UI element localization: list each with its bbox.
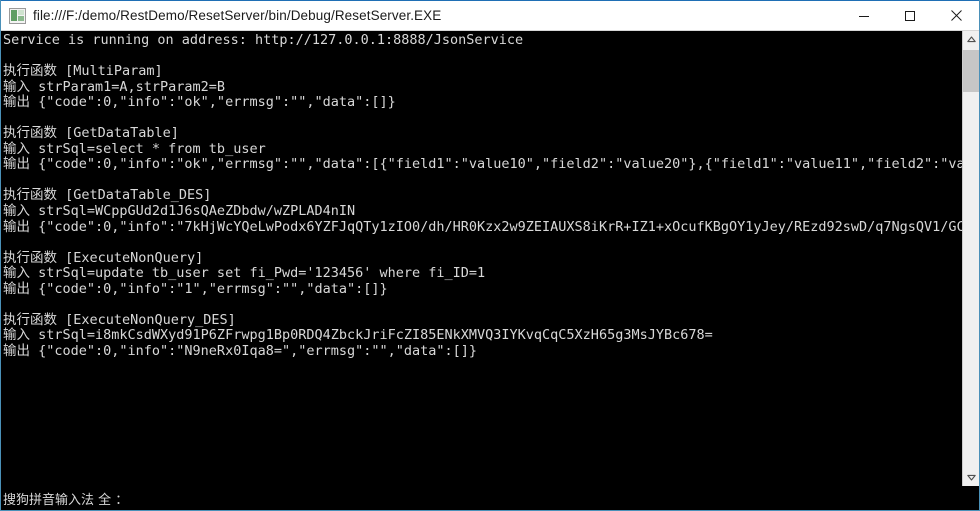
window-title: file:///F:/demo/RestDemo/ResetServer/bin… [33,8,442,23]
console-area: Service is running on address: http://12… [1,31,979,486]
console-window: file:///F:/demo/RestDemo/ResetServer/bin… [0,0,980,511]
scrollbar-thumb[interactable] [963,50,979,92]
ime-status-text: 搜狗拼音输入法 全 ： [3,492,129,508]
minimize-button[interactable] [841,1,887,30]
console-app-icon [9,7,26,24]
scroll-up-arrow-icon[interactable] [963,31,979,48]
close-button[interactable] [933,1,979,30]
scrollbar-track[interactable] [963,48,979,469]
ime-status-bar: 搜狗拼音输入法 全 ： [1,486,979,510]
maximize-button[interactable] [887,1,933,30]
console-text: Service is running on address: http://12… [3,32,962,359]
window-controls [841,1,979,30]
vertical-scrollbar[interactable] [962,31,979,486]
scroll-down-arrow-icon[interactable] [963,469,979,486]
titlebar[interactable]: file:///F:/demo/RestDemo/ResetServer/bin… [1,1,979,31]
console-output[interactable]: Service is running on address: http://12… [1,31,962,486]
